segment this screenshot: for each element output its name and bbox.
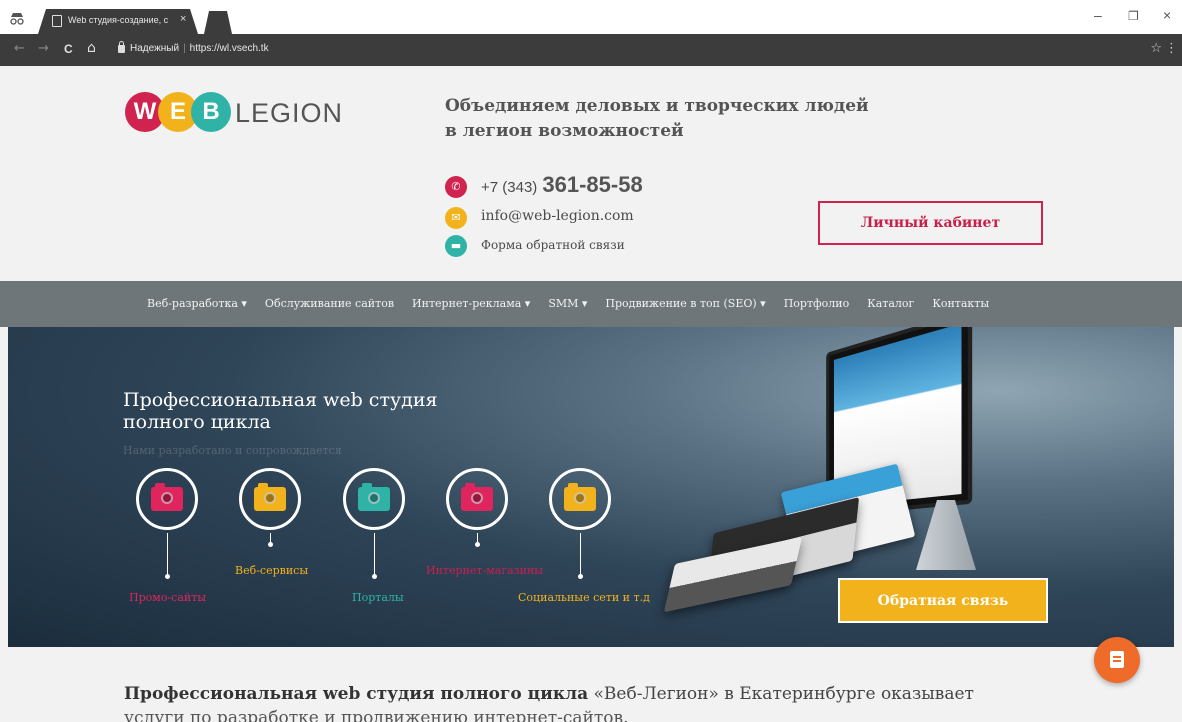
intro-text: Профессиональная web студия полного цикл… bbox=[124, 682, 1064, 706]
restore-button[interactable]: ❐ bbox=[1128, 9, 1139, 23]
personal-cabinet-button[interactable]: Личный кабинет bbox=[818, 201, 1043, 245]
chat-widget-button[interactable] bbox=[1094, 637, 1140, 683]
feedback-button[interactable]: Обратная связь bbox=[838, 578, 1048, 623]
web-services-camera-icon[interactable] bbox=[239, 468, 301, 530]
close-window-button[interactable]: × bbox=[1163, 7, 1171, 23]
lock-icon bbox=[118, 41, 125, 53]
phone-icon: ✆ bbox=[445, 176, 467, 198]
nav-item-portfolio[interactable]: Портфолио bbox=[784, 297, 850, 310]
chat-icon: ▬ bbox=[445, 235, 467, 257]
back-button[interactable]: ← bbox=[14, 41, 25, 56]
minimize-button[interactable]: – bbox=[1094, 7, 1102, 23]
hero-title-line: Профессиональная web студия bbox=[123, 389, 438, 411]
nav-item-web-dev[interactable]: Веб-разработка ▾ bbox=[147, 297, 247, 310]
connector-line bbox=[580, 533, 581, 577]
tab-close-icon[interactable]: × bbox=[180, 13, 186, 25]
secure-label: Надежный bbox=[130, 43, 180, 54]
hero-subtitle: Нами разработано и сопровождается bbox=[123, 444, 342, 457]
site-header: W E B LEGION Объединяем деловых и творче… bbox=[0, 66, 1182, 281]
tagline-line: Объединяем деловых и творческих людей bbox=[445, 96, 869, 116]
connector-line bbox=[374, 533, 375, 577]
logo-text: LEGION bbox=[235, 98, 344, 128]
tagline: Объединяем деловых и творческих людей в … bbox=[445, 94, 915, 144]
hero-title: Профессиональная web студия полного цикл… bbox=[123, 389, 463, 433]
phone-prefix: +7 (343) bbox=[481, 179, 538, 196]
browser-menu-icon[interactable]: ⋮ bbox=[1165, 41, 1178, 56]
tab-title: Web студия-создание, с bbox=[68, 15, 169, 25]
incognito-icon bbox=[10, 13, 24, 25]
intro-rest: «Веб-Легион» в Екатеринбурге оказывает bbox=[588, 684, 974, 704]
reload-button[interactable]: C bbox=[64, 42, 73, 56]
home-button[interactable]: ⌂ bbox=[87, 40, 96, 56]
new-tab-button[interactable] bbox=[204, 11, 232, 34]
online-shops-camera-icon[interactable] bbox=[446, 468, 508, 530]
address-bar: ← → C ⌂ Надежный | https://wl.vsech.tk ☆ ⋮ bbox=[0, 34, 1182, 66]
nav-item-site-support[interactable]: Обслуживание сайтов bbox=[265, 297, 394, 310]
phone-number: 361-85-58 bbox=[542, 172, 643, 197]
connector-line bbox=[167, 533, 168, 577]
hero-title-line: полного цикла bbox=[123, 411, 271, 433]
url-text: https://wl.vsech.tk bbox=[189, 43, 269, 54]
email-link: info@web-legion.com bbox=[481, 208, 634, 224]
service-label-web-services[interactable]: Веб-сервисы bbox=[235, 564, 308, 577]
service-label-portals[interactable]: Порталы bbox=[352, 591, 404, 604]
browser-tab[interactable]: Web студия-создание, с × bbox=[38, 9, 198, 34]
intro-text-line2: услуги по разработке и продвижению интер… bbox=[124, 708, 629, 722]
hero-banner: Профессиональная web студия полного цикл… bbox=[8, 327, 1174, 647]
bookmark-star-icon[interactable]: ☆ bbox=[1150, 41, 1162, 56]
email-icon: ✉ bbox=[445, 207, 467, 229]
feedback-form-link: Форма обратной связи bbox=[481, 238, 625, 252]
nav-item-internet-ads[interactable]: Интернет-реклама ▾ bbox=[412, 297, 530, 310]
social-networks-camera-icon[interactable] bbox=[549, 468, 611, 530]
connector-dot bbox=[578, 574, 583, 579]
intro-bold: Профессиональная web студия полного цикл… bbox=[124, 684, 589, 704]
portals-camera-icon[interactable] bbox=[343, 468, 405, 530]
logo-letter: B bbox=[191, 92, 231, 132]
page-icon bbox=[52, 15, 62, 27]
browser-tab-bar: Web студия-создание, с × – ❐ × bbox=[0, 0, 1182, 34]
connector-dot bbox=[372, 574, 377, 579]
connector-dot bbox=[165, 574, 170, 579]
service-label-online-shops[interactable]: Интернет-магазины bbox=[426, 564, 543, 577]
connector-dot bbox=[268, 542, 273, 547]
nav-item-contacts[interactable]: Контакты bbox=[932, 297, 989, 310]
document-icon bbox=[1110, 651, 1124, 668]
url-field[interactable]: Надежный | https://wl.vsech.tk bbox=[130, 43, 269, 54]
forward-button[interactable]: → bbox=[38, 41, 49, 56]
nav-item-smm[interactable]: SMM ▾ bbox=[548, 297, 587, 310]
tagline-line: в легион возможностей bbox=[445, 121, 684, 141]
promo-sites-camera-icon[interactable] bbox=[136, 468, 198, 530]
connector-dot bbox=[475, 542, 480, 547]
main-nav: Веб-разработка ▾ Обслуживание сайтов Инт… bbox=[0, 281, 1182, 327]
nav-item-seo[interactable]: Продвижение в топ (SEO) ▾ bbox=[605, 297, 765, 310]
service-label-promo[interactable]: Промо-сайты bbox=[129, 591, 206, 604]
service-label-social[interactable]: Социальные сети и т.д bbox=[518, 591, 650, 604]
nav-item-catalog[interactable]: Каталог bbox=[867, 297, 914, 310]
